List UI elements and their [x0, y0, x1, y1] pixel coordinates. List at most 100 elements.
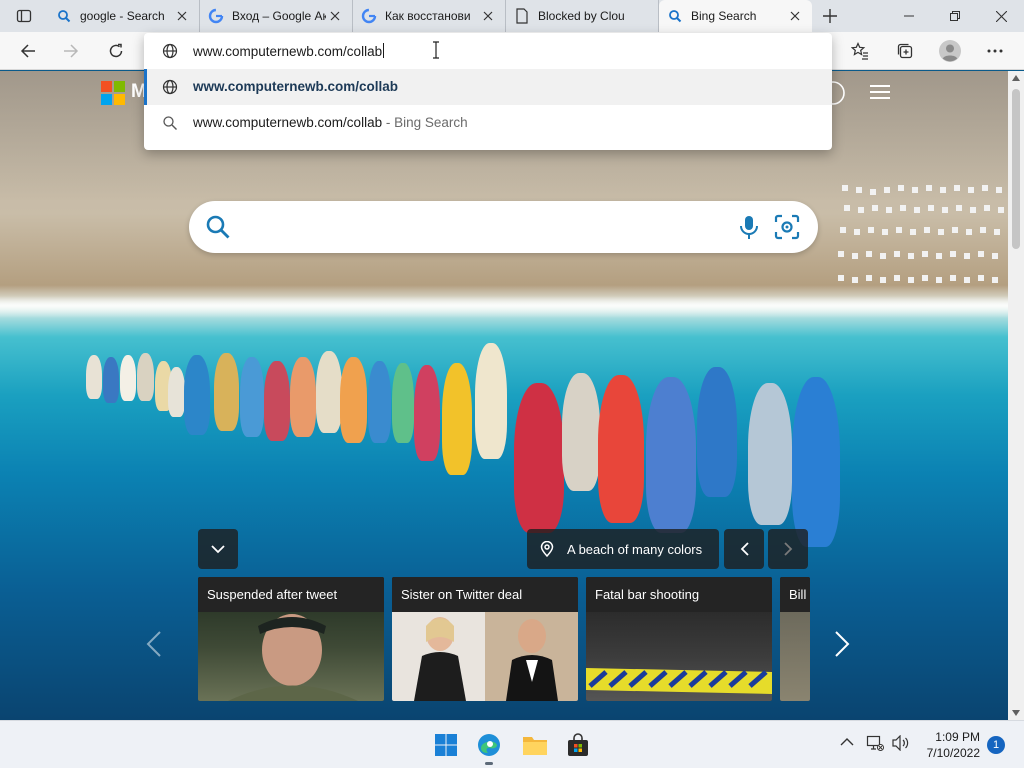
- tab-google-login[interactable]: Вход – Google Ак: [200, 0, 353, 32]
- network-icon[interactable]: [866, 734, 884, 752]
- search-icon[interactable]: [205, 214, 231, 240]
- surf-line: [0, 296, 1008, 318]
- minimize-button[interactable]: [886, 0, 932, 32]
- tab-title: Bing Search: [691, 9, 757, 23]
- tab-actions-button[interactable]: [0, 0, 48, 32]
- google-g-icon: [208, 8, 224, 24]
- forward-button[interactable]: [56, 36, 86, 66]
- news-card-image: [586, 612, 772, 701]
- soldier-photo: [228, 614, 358, 701]
- news-card[interactable]: Sister on Twitter deal: [392, 577, 578, 701]
- tab-kak-vosstanovit[interactable]: Как восстанови: [353, 0, 506, 32]
- image-caption: A beach of many colors: [567, 542, 703, 557]
- text-caret: [383, 43, 385, 58]
- close-tab-icon[interactable]: [326, 7, 344, 25]
- chevron-down-icon: [211, 544, 225, 553]
- store-button[interactable]: [562, 729, 594, 761]
- scroll-down-icon[interactable]: [1012, 710, 1020, 716]
- tab-blocked[interactable]: Blocked by Clou: [506, 0, 659, 32]
- restore-button[interactable]: [932, 0, 978, 32]
- edge-icon: [478, 734, 500, 756]
- close-icon: [995, 10, 1007, 22]
- window-controls: [886, 0, 1024, 32]
- start-button[interactable]: [430, 729, 462, 761]
- news-card-image: [198, 612, 384, 701]
- image-info-button[interactable]: A beach of many colors: [527, 529, 719, 569]
- windows-logo-icon: [435, 734, 457, 756]
- folder-icon: [523, 737, 547, 755]
- close-window-button[interactable]: [978, 0, 1024, 32]
- scroll-up-icon[interactable]: [1012, 75, 1020, 81]
- back-arrow-icon: [20, 44, 35, 58]
- tab-google-search[interactable]: google - Search: [48, 0, 200, 32]
- more-dots-icon: [987, 49, 1003, 53]
- suggestion-text: www.computernewb.com/collab: [193, 79, 399, 94]
- bing-search-box[interactable]: [189, 201, 818, 253]
- logo-square-red: [101, 81, 112, 92]
- suggestion-query: www.computernewb.com/collab: [193, 115, 383, 130]
- favorites-button[interactable]: [845, 36, 875, 66]
- refresh-button[interactable]: [101, 36, 131, 66]
- settings-more-button[interactable]: [980, 36, 1010, 66]
- search-icon: [163, 116, 177, 130]
- store-bag-icon: [568, 733, 588, 756]
- avatar-icon: [939, 40, 961, 62]
- menu-button[interactable]: [869, 84, 891, 103]
- news-prev-button[interactable]: [146, 630, 162, 661]
- news-card-title: Sister on Twitter deal: [392, 577, 578, 612]
- volume-icon[interactable]: [892, 735, 910, 751]
- globe-icon: [162, 43, 178, 59]
- tab-strip: google - Search Вход – Google Ак Как вос…: [0, 0, 1024, 32]
- bing-homepage: M A beach of many colors Suspended after…: [0, 71, 1008, 720]
- tab-title: google - Search: [80, 9, 165, 23]
- chevron-up-icon[interactable]: [840, 735, 854, 749]
- clock-time: 1:09 PM: [935, 730, 980, 744]
- restore-icon: [950, 11, 960, 21]
- file-explorer-button[interactable]: [519, 729, 551, 761]
- news-card[interactable]: Fatal bar shooting: [586, 577, 772, 701]
- chevron-left-icon: [740, 542, 749, 556]
- page-scrollbar[interactable]: [1008, 71, 1024, 720]
- news-card[interactable]: Bill: [780, 577, 810, 701]
- refresh-icon: [109, 43, 123, 58]
- police-tape-photo: [586, 668, 772, 694]
- clock-date: 7/10/2022: [926, 746, 980, 760]
- news-next-button[interactable]: [834, 630, 850, 661]
- suggestion-suffix: - Bing Search: [382, 115, 468, 130]
- close-tab-icon[interactable]: [479, 7, 497, 25]
- edge-taskbar-button[interactable]: [473, 729, 505, 765]
- text-cursor-icon: [433, 41, 439, 59]
- collapse-feed-button[interactable]: [198, 529, 238, 569]
- collections-icon: [897, 43, 913, 59]
- tab-title: Blocked by Clou: [538, 9, 625, 23]
- close-tab-icon[interactable]: [786, 7, 804, 25]
- microphone-icon[interactable]: [737, 214, 761, 240]
- suggestion-search[interactable]: www.computernewb.com/collab - Bing Searc…: [144, 105, 832, 141]
- notification-badge[interactable]: 1: [987, 736, 1005, 754]
- suggestion-url[interactable]: www.computernewb.com/collab: [144, 69, 832, 105]
- close-tab-icon[interactable]: [173, 7, 191, 25]
- collections-button[interactable]: [890, 36, 920, 66]
- chevron-right-icon: [783, 542, 792, 556]
- new-tab-button[interactable]: [812, 0, 848, 32]
- globe-icon: [162, 79, 178, 95]
- microsoft-logo[interactable]: [101, 81, 125, 105]
- suggestion-text: www.computernewb.com/collab - Bing Searc…: [193, 115, 468, 130]
- previous-image-button[interactable]: [724, 529, 764, 569]
- scrollbar-thumb[interactable]: [1012, 89, 1020, 249]
- news-card-title: Bill: [780, 577, 810, 612]
- address-bar[interactable]: www.computernewb.com/collab: [144, 33, 832, 69]
- plus-icon: [823, 9, 837, 23]
- news-card-title: Suspended after tweet: [198, 577, 384, 612]
- address-bar-dropdown: www.computernewb.com/collab www.computer…: [144, 33, 832, 150]
- system-clock[interactable]: 1:09 PM 7/10/2022: [920, 729, 980, 761]
- profile-button[interactable]: [935, 36, 965, 66]
- address-input[interactable]: www.computernewb.com/collab: [193, 43, 385, 59]
- back-button[interactable]: [13, 36, 43, 66]
- location-pin-icon: [540, 541, 554, 557]
- beach-umbrellas: [838, 185, 1004, 283]
- news-card[interactable]: Suspended after tweet: [198, 577, 384, 701]
- next-image-button[interactable]: [768, 529, 808, 569]
- visual-search-icon[interactable]: [774, 214, 800, 240]
- tab-bing-search[interactable]: Bing Search: [659, 0, 812, 32]
